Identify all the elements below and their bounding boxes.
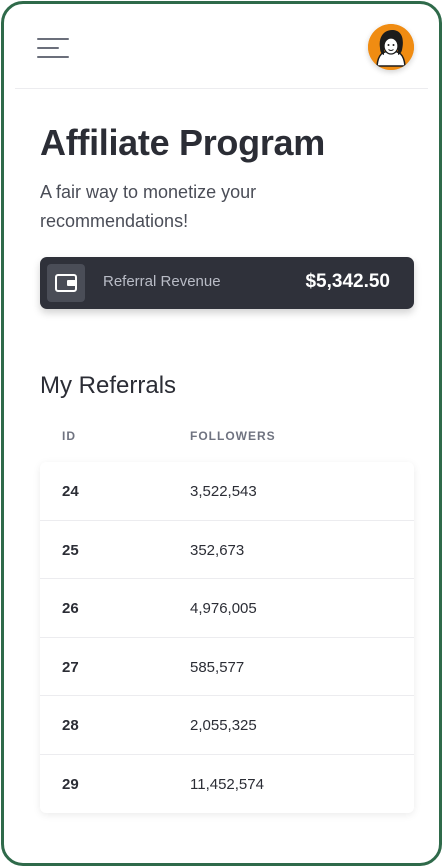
cell-followers: 3,522,543 [190, 483, 257, 500]
revenue-value: $5,342.50 [305, 271, 390, 292]
page-title: Affiliate Program [40, 122, 325, 163]
top-bar [15, 7, 428, 89]
wallet-icon [47, 264, 85, 302]
table-row[interactable]: 24 3,522,543 [40, 462, 414, 521]
cell-id: 25 [62, 541, 79, 559]
cell-id: 24 [62, 483, 79, 500]
table-row[interactable]: 25 352,673 [40, 521, 414, 579]
hamburger-menu-icon[interactable] [37, 35, 71, 63]
referrals-table: 24 3,522,543 25 352,673 26 4,976,005 27 … [40, 462, 414, 813]
cell-followers: 585,577 [190, 658, 245, 676]
cell-id: 28 [62, 717, 79, 734]
table-row[interactable]: 28 2,055,325 [40, 696, 414, 755]
cell-id: 26 [62, 600, 79, 617]
cell-followers: 4,976,005 [190, 600, 257, 617]
cell-followers: 352,673 [190, 541, 245, 559]
cell-id: 29 [62, 775, 79, 793]
column-header-id: ID [62, 429, 76, 443]
revenue-label: Referral Revenue [103, 273, 221, 290]
table-header: ID FOLLOWERS [40, 429, 414, 449]
column-header-followers: FOLLOWERS [190, 429, 276, 443]
section-title-referrals: My Referrals [40, 372, 177, 399]
app-screen: Affiliate Program A fair way to monetize… [15, 7, 428, 861]
cell-followers: 11,452,574 [190, 775, 264, 793]
page-subtitle: A fair way to monetize your recommendati… [40, 182, 257, 231]
table-row[interactable]: 27 585,577 [40, 638, 414, 696]
cell-followers: 2,055,325 [190, 717, 257, 734]
referral-revenue-card: Referral Revenue $5,342.50 [40, 257, 414, 309]
user-avatar[interactable] [368, 24, 414, 70]
table-row[interactable]: 29 11,452,574 [40, 755, 414, 814]
device-frame: Affiliate Program A fair way to monetize… [1, 1, 442, 866]
cell-id: 27 [62, 658, 79, 676]
table-row[interactable]: 26 4,976,005 [40, 579, 414, 638]
